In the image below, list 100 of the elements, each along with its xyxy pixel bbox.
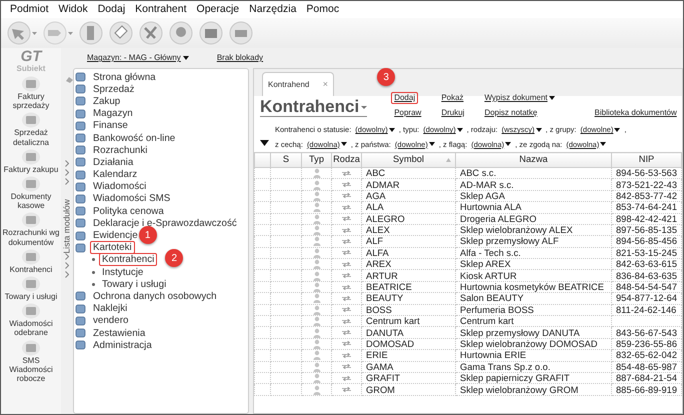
- table-cell: GRAFIT: [362, 372, 456, 384]
- tree-item[interactable]: Kontrahenci: [99, 253, 158, 266]
- column-header[interactable]: S: [270, 152, 302, 168]
- bullet-icon: [92, 282, 95, 286]
- caret-icon[interactable]: [260, 140, 269, 146]
- tree-item[interactable]: Naklejki: [90, 302, 130, 316]
- table-cell: 821-53-15-245: [612, 247, 682, 259]
- column-header[interactable]: Symbol: [362, 152, 456, 168]
- arrows-icon: [342, 284, 351, 290]
- logo-name: Subiekt: [16, 64, 46, 73]
- action-link[interactable]: Dodaj: [391, 92, 418, 104]
- lock-status-link[interactable]: Brak blokady: [216, 52, 264, 64]
- table-cell: 898-42-42-421: [612, 213, 682, 224]
- arrows-icon: [342, 228, 351, 233]
- menu-item[interactable]: Kontrahent: [130, 2, 192, 18]
- table-cell: Gama Trans Sp.z o.o.: [456, 361, 612, 372]
- tree-item[interactable]: Finanse: [90, 119, 131, 132]
- toolbar-button[interactable]: [169, 21, 193, 45]
- tree-item[interactable]: Sprzedaż: [90, 82, 138, 96]
- table-cell: GROM: [362, 384, 456, 396]
- table-cell: Centrum kart: [362, 316, 456, 327]
- module-button[interactable]: Towary i usługi: [1, 276, 61, 302]
- table-cell: 897-56-85-135: [612, 224, 682, 236]
- table-cell: 843-56-67-543: [612, 326, 682, 338]
- table-cell: AGA: [362, 190, 456, 202]
- document-icon: [21, 248, 41, 265]
- tree-item[interactable]: Polityka cenowa: [90, 204, 167, 218]
- tree-item[interactable]: Instytucje: [99, 266, 146, 279]
- column-header[interactable]: Typ: [302, 152, 332, 168]
- table-cell: Salon BEAUTY: [456, 292, 612, 304]
- menu-item[interactable]: Operacje: [192, 2, 244, 18]
- module-button[interactable]: Rozrachunki wg dokumentów: [1, 212, 61, 247]
- module-button[interactable]: Kontrahenci: [1, 248, 61, 274]
- table-cell: 954-877-12-64: [612, 292, 682, 304]
- pin-icon[interactable]: [65, 75, 74, 84]
- table-cell: ALA: [362, 202, 456, 213]
- tree-item[interactable]: Rozrachunki: [90, 144, 150, 157]
- module-button[interactable]: Sprzedaż detaliczna: [1, 112, 61, 147]
- action-link[interactable]: Popraw: [391, 107, 424, 118]
- menu-item[interactable]: Dodaj: [92, 2, 130, 18]
- tree-item[interactable]: Bankowość on-line: [90, 132, 178, 145]
- module-button[interactable]: Wiadomości odebrane: [1, 303, 61, 338]
- toolbar-button[interactable]: [43, 21, 73, 45]
- arrows-icon: [342, 216, 351, 222]
- menu-item[interactable]: Narzędzia: [244, 2, 302, 18]
- toolbar-button[interactable]: [7, 21, 37, 45]
- menu-link[interactable]: Wypisz dokument: [481, 92, 558, 104]
- tree-item[interactable]: Działania: [90, 156, 136, 169]
- arrows-icon: [342, 330, 351, 336]
- column-header[interactable]: NIP: [612, 152, 682, 168]
- module-button[interactable]: Dokumenty kasowe: [1, 176, 61, 210]
- document-icon: [21, 112, 41, 128]
- document-icon: [21, 148, 41, 165]
- table-cell: 853-74-64-241: [612, 202, 682, 213]
- tree-item[interactable]: Wiadomości: [90, 180, 150, 194]
- tree-item[interactable]: Magazyn: [90, 107, 136, 120]
- tree-item[interactable]: Kartoteki: [90, 241, 135, 254]
- tab[interactable]: Kontrahend ×: [262, 72, 334, 96]
- toolbar-button[interactable]: [109, 21, 133, 45]
- tree-item[interactable]: Towary i usługi: [99, 278, 170, 291]
- tree-item[interactable]: Zakup: [90, 94, 124, 108]
- tile-icon: [75, 182, 86, 192]
- module-button[interactable]: Faktury sprzedaży: [1, 76, 61, 110]
- table-cell: 842-853-77-42: [612, 190, 682, 202]
- warehouse-selector[interactable]: Magazyn: - MAG - Główny: [87, 52, 189, 64]
- action-link[interactable]: Pokaż: [438, 92, 467, 104]
- tile-icon: [75, 316, 86, 326]
- strip-label[interactable]: Lista modułów: [60, 196, 74, 256]
- module-button[interactable]: SMS Wiadomości robocze: [1, 340, 61, 384]
- table-cell: 859-236-55-86: [612, 338, 682, 350]
- document-icon: [21, 76, 41, 92]
- action-link[interactable]: Drukuj: [438, 107, 468, 118]
- tree-item[interactable]: Zestawienia: [90, 326, 148, 340]
- table-cell: AD-MAR s.c.: [456, 178, 612, 190]
- tree-item[interactable]: Administracja: [90, 338, 155, 352]
- toolbar-button[interactable]: [79, 21, 103, 45]
- tile-icon: [75, 120, 86, 131]
- tree-item[interactable]: Ochrona danych osobowych: [90, 290, 220, 303]
- menu-item[interactable]: Pomoc: [301, 2, 344, 18]
- menu-item[interactable]: Podmiot: [5, 2, 54, 18]
- table-cell: Sklep AREX: [456, 258, 612, 270]
- tree-item[interactable]: vendero: [90, 314, 132, 328]
- page-title[interactable]: Kontrahenci: [260, 98, 368, 117]
- column-header[interactable]: Nazwa: [456, 152, 612, 168]
- arrows-icon: [342, 170, 351, 176]
- table-cell: ABC: [362, 167, 456, 179]
- column-header[interactable]: Rodza: [332, 152, 362, 168]
- tree-item[interactable]: Ewidencje: [90, 229, 141, 242]
- tile-icon: [75, 194, 86, 204]
- module-button[interactable]: Faktury zakupu: [1, 148, 61, 174]
- action-link[interactable]: Dopisz notatkę: [481, 107, 540, 118]
- table-cell: ALEGRO: [362, 213, 456, 224]
- table-cell: Sklep wielobranżowy GROM: [456, 384, 612, 396]
- tree-item[interactable]: Wiadomości SMS: [90, 192, 174, 206]
- tree-item[interactable]: Strona główna: [90, 70, 159, 84]
- menu-item[interactable]: Widok: [54, 2, 93, 18]
- tree-item[interactable]: Kalendarz: [90, 168, 140, 182]
- action-link[interactable]: Biblioteka dokumentów: [592, 107, 680, 118]
- tile-icon: [75, 170, 86, 180]
- tile-icon: [75, 133, 86, 144]
